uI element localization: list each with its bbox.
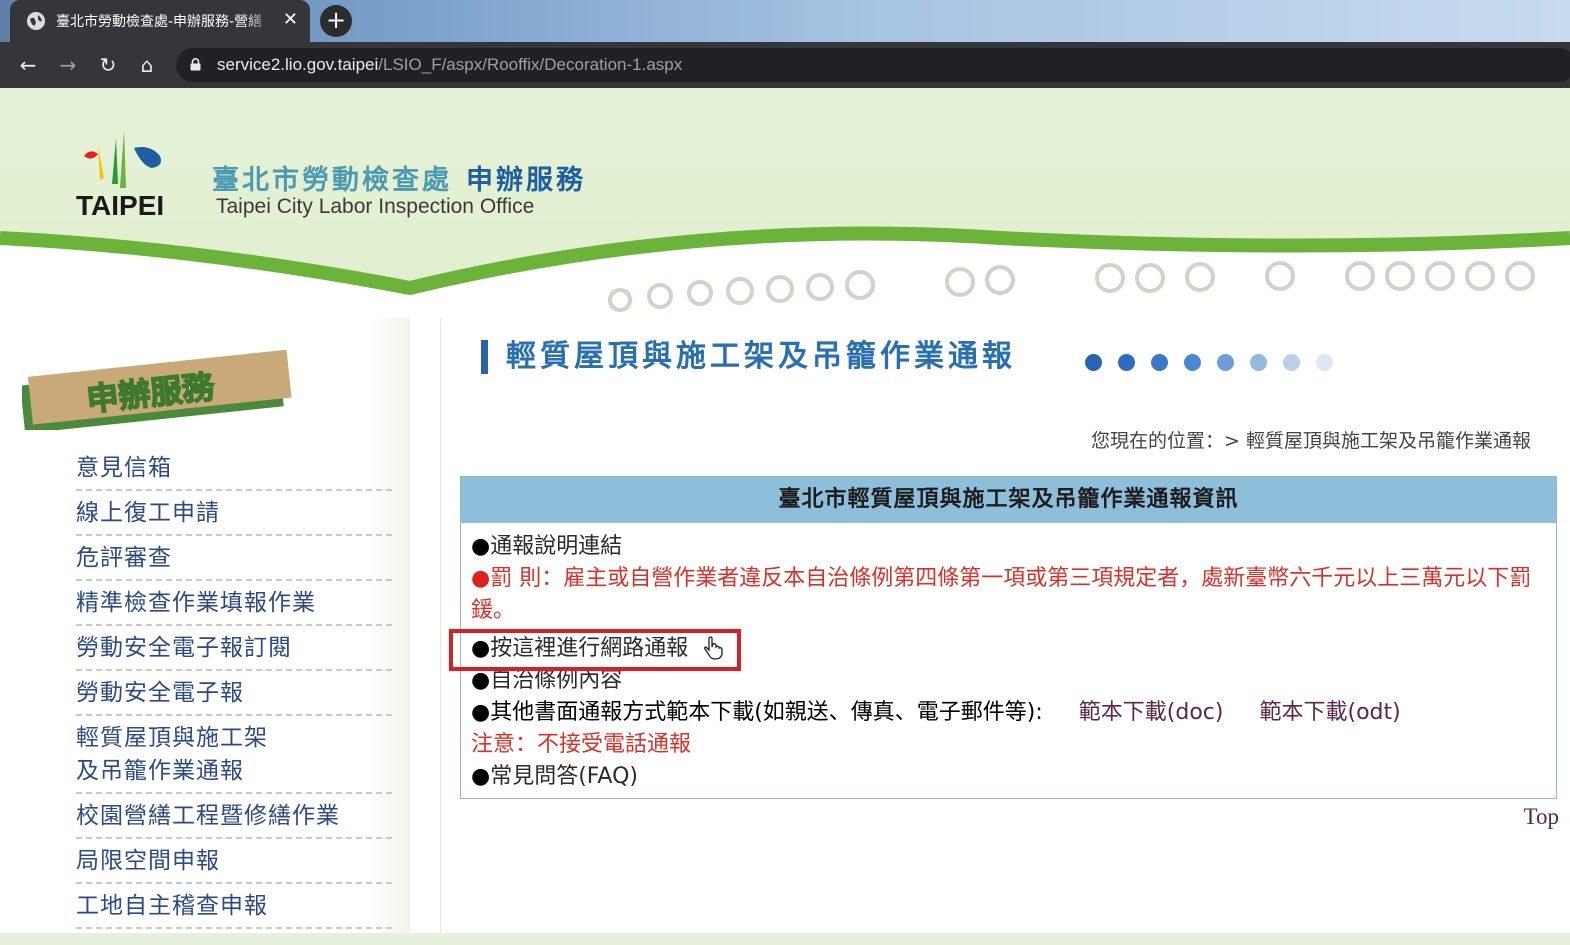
title-dots-decoration xyxy=(1085,354,1349,372)
title-dot xyxy=(1316,354,1333,371)
lock-icon xyxy=(190,58,201,71)
url-path: /LSIO_F/aspx/Rooffix/Decoration-1.aspx xyxy=(378,55,683,74)
browser-tab[interactable]: 臺北市勞動檢查處-申辦服務-營繕 ✕ xyxy=(10,0,310,42)
sidebar-item-campus-construction[interactable]: 校園營繕工程暨修繕作業 xyxy=(76,794,392,839)
sidebar-nav: 意見信箱 線上復工申請 危評審查 精準檢查作業填報作業 勞動安全電子報訂閱 勞動… xyxy=(76,446,392,929)
page-title: 輕質屋頂與施工架及吊籠作業通報 xyxy=(481,340,1016,374)
ordinance-link[interactable]: 自治條例內容 xyxy=(490,668,622,693)
site-title-english: Taipei City Labor Inspection Office xyxy=(216,195,535,218)
back-arrow-icon[interactable]: ← xyxy=(14,51,42,79)
notice-text: 注意：不接受電話通報 xyxy=(471,732,692,757)
tab-strip: 臺北市勞動檢查處-申辦服務-營繕 ✕ + xyxy=(0,0,1570,42)
site-title-service: 申辦服務 xyxy=(466,165,586,196)
web-page: TAIPEI 臺北市勞動檢查處 申辦服務 Taipei City Labor In… xyxy=(0,88,1570,945)
new-tab-button[interactable]: + xyxy=(320,5,352,37)
url-text[interactable]: service2.lio.gov.taipei/LSIO_F/aspx/Roof… xyxy=(217,55,682,75)
close-tab-icon[interactable]: ✕ xyxy=(283,9,298,31)
title-dot xyxy=(1151,354,1168,371)
sidebar-item-newsletter[interactable]: 勞動安全電子報 xyxy=(76,671,392,716)
penalty-text: ●罰 則：雇主或自營作業者違反本自治條例第四條第一項或第三項規定者，處新臺幣六千… xyxy=(471,563,1546,627)
highlight-box xyxy=(449,629,741,671)
site-title: 臺北市勞動檢查處 申辦服務 xyxy=(212,158,586,197)
sidebar-item-confined-space[interactable]: 局限空間申報 xyxy=(76,839,392,884)
site-header: TAIPEI 臺北市勞動檢查處 申辦服務 Taipei City Labor In… xyxy=(0,88,1570,318)
sidebar-item-online-resume-work[interactable]: 線上復工申請 xyxy=(76,491,392,536)
main-content: 輕質屋頂與施工架及吊籠作業通報 您現在的位置：> 輕質屋頂與施工架及吊籠作業通報… xyxy=(440,318,1570,945)
info-panel-header: 臺北市輕質屋頂與施工架及吊籠作業通報資訊 xyxy=(461,477,1556,523)
title-dot xyxy=(1283,354,1300,371)
forward-arrow-icon[interactable]: → xyxy=(54,51,82,79)
url-host: service2.lio.gov.taipei xyxy=(217,55,379,74)
download-doc-link[interactable]: 範本下載(doc) xyxy=(1079,700,1224,725)
reload-icon[interactable]: ↻ xyxy=(94,51,122,79)
sidebar-item-roof-scaffold-report[interactable]: 輕質屋頂與施工架 及吊籠作業通報 xyxy=(76,716,392,794)
title-dot xyxy=(1217,354,1234,371)
title-dot xyxy=(1118,354,1135,371)
browser-toolbar: ← → ↻ ⌂ service2.lio.gov.taipei/LSIO_F/a… xyxy=(0,42,1570,88)
sidebar-item-feedback-mailbox[interactable]: 意見信箱 xyxy=(76,446,392,491)
bullet: ● xyxy=(471,700,491,725)
tab-title: 臺北市勞動檢查處-申辦服務-營繕 xyxy=(56,14,263,30)
title-dot xyxy=(1085,354,1102,371)
site-title-office: 臺北市勞動檢查處 xyxy=(212,165,452,196)
breadcrumb: 您現在的位置：> 輕質屋頂與施工架及吊籠作業通報 xyxy=(1091,430,1531,452)
sidebar-item-newsletter-subscribe[interactable]: 勞動安全電子報訂閱 xyxy=(76,626,392,671)
home-icon[interactable]: ⌂ xyxy=(133,51,161,79)
sidebar-item-hazard-review[interactable]: 危評審查 xyxy=(76,536,392,581)
penalty-text-content: 罰 則：雇主或自營作業者違反本自治條例第四條第一項或第三項規定者，處新臺幣六千元… xyxy=(471,566,1532,623)
sidebar-item-site-self-audit[interactable]: 工地自主稽查申報 xyxy=(76,884,392,929)
faq-link[interactable]: 常見問答(FAQ) xyxy=(490,764,638,789)
globe-icon xyxy=(27,12,45,30)
title-dot xyxy=(1184,354,1201,371)
info-panel: 臺北市輕質屋頂與施工架及吊籠作業通報資訊 ●通報說明連結 ●罰 則：雇主或自營作… xyxy=(449,476,1557,799)
sidebar-item-label-line2: 及吊籠作業通報 xyxy=(76,758,244,784)
bullet: ● xyxy=(471,534,491,559)
sidebar-badge: 申辦服務 xyxy=(22,350,292,430)
sidebar-item-label: 輕質屋頂與施工架 xyxy=(76,725,268,751)
other-methods-text: 其他書面通報方式範本下載(如親送、傳真、電子郵件等): xyxy=(490,700,1043,725)
explanation-link[interactable]: 通報說明連結 xyxy=(490,534,622,559)
bullet: ● xyxy=(471,764,491,789)
sidebar-item-precision-inspection[interactable]: 精準檢查作業填報作業 xyxy=(76,581,392,626)
top-link[interactable]: Top xyxy=(1524,804,1559,830)
address-bar[interactable]: service2.lio.gov.taipei/LSIO_F/aspx/Roof… xyxy=(176,48,1570,82)
logo-text: TAIPEI xyxy=(76,190,165,221)
footer-strip xyxy=(0,933,1570,945)
bullet: ● xyxy=(471,566,491,591)
title-dot xyxy=(1250,354,1267,371)
bullet: ● xyxy=(471,668,491,693)
download-odt-link[interactable]: 範本下載(odt) xyxy=(1259,700,1400,725)
hand-pointer-icon xyxy=(704,636,723,660)
sidebar: 申辦服務 意見信箱 線上復工申請 危評審查 精準檢查作業填報作業 勞動安全電子報… xyxy=(0,318,410,945)
